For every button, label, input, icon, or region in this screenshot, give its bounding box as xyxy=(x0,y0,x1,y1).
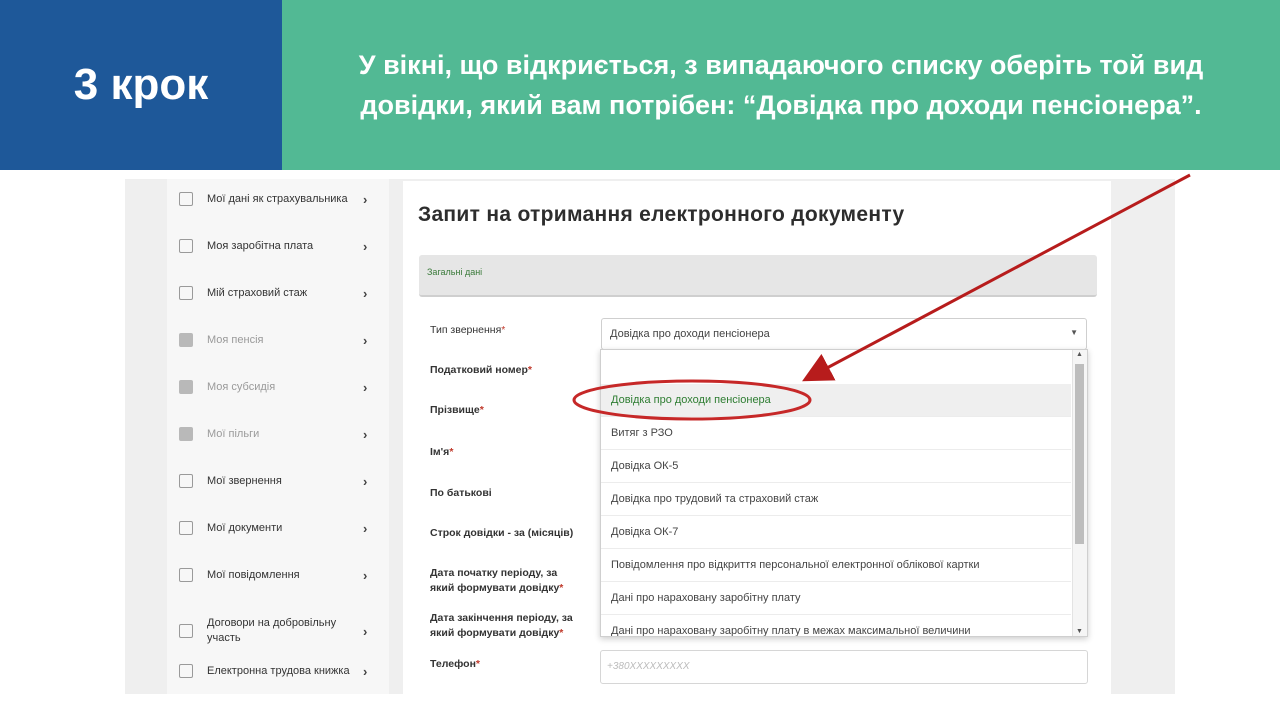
select-value: Довідка про доходи пенсіонера xyxy=(610,328,770,340)
label-patronymic: По батькові xyxy=(430,487,492,499)
sidebar-item-messages[interactable]: Мої повідомлення › xyxy=(167,555,389,595)
sidebar-item-label: Мої дані як страхувальника xyxy=(207,192,348,205)
scroll-up-icon[interactable]: ▲ xyxy=(1076,351,1083,358)
label-phone: Телефон* xyxy=(430,658,481,670)
document-icon xyxy=(179,521,193,535)
chevron-right-icon: › xyxy=(363,191,368,207)
sidebar-item-subsidy[interactable]: Моя субсидія › xyxy=(167,367,389,407)
folder-icon xyxy=(179,380,193,394)
dropdown-option[interactable]: Дані про нараховану заробітну плату xyxy=(601,582,1071,615)
calendar-icon xyxy=(179,286,193,300)
sidebar-item-label: Мої звернення xyxy=(207,474,282,487)
folder-icon xyxy=(179,427,193,441)
document-icon xyxy=(179,192,193,206)
request-type-select[interactable]: Довідка про доходи пенсіонера ▼ xyxy=(601,318,1087,350)
sidebar-item-salary[interactable]: Моя заробітна плата › xyxy=(167,226,389,266)
sidebar-item-documents[interactable]: Мої документи › xyxy=(167,508,389,548)
sidebar-item-label: Мої пільги xyxy=(207,427,260,440)
sidebar-item-requests[interactable]: Мої звернення › xyxy=(167,461,389,501)
sidebar-item-label: Мій страховий стаж xyxy=(207,286,308,299)
page-title: Запит на отримання електронного документ… xyxy=(418,203,905,226)
section-label: Загальні дані xyxy=(427,267,483,277)
mail-icon xyxy=(179,474,193,488)
dropdown-option[interactable]: Довідка про трудовий та страховий стаж xyxy=(601,483,1071,516)
label-request-type: Тип звернення* xyxy=(430,324,506,336)
step-banner: 3 крок xyxy=(0,0,282,170)
dropdown-option[interactable]: Довідка ОК-5 xyxy=(601,450,1071,483)
phone-input[interactable]: +380XXXXXXXXX xyxy=(600,650,1088,684)
chevron-right-icon: › xyxy=(363,332,368,348)
sidebar-item-insurance-record[interactable]: Мій страховий стаж › xyxy=(167,273,389,313)
dropdown-scrollbar[interactable]: ▲ ▼ xyxy=(1072,350,1087,636)
sidebar: Мої дані як страхувальника › Моя заробіт… xyxy=(167,179,389,694)
chevron-right-icon: › xyxy=(363,379,368,395)
instruction-line-1: У вікні, що відкриється, з випадаючого с… xyxy=(358,50,1204,80)
chevron-right-icon: › xyxy=(363,238,368,254)
sidebar-item-benefits[interactable]: Мої пільги › xyxy=(167,414,389,454)
dropdown-option[interactable]: Довідка ОК-7 xyxy=(601,516,1071,549)
sidebar-item-label: Мої повідомлення xyxy=(207,568,300,581)
dropdown-option[interactable]: Дані про нараховану заробітну плату в ме… xyxy=(601,615,1071,636)
chevron-right-icon: › xyxy=(363,623,368,639)
dropdown-option[interactable]: Витяг з РЗО xyxy=(601,417,1071,450)
sidebar-item-label: Моя пенсія xyxy=(207,333,264,346)
label-surname: Прізвище* xyxy=(430,404,484,416)
request-type-dropdown[interactable]: Довідка про доходи пенсіонера Витяг з РЗ… xyxy=(600,349,1088,637)
chevron-right-icon: › xyxy=(363,285,368,301)
sidebar-item-labor-book[interactable]: Електронна трудова книжка › xyxy=(167,651,389,691)
screenshot-area: Мої дані як страхувальника › Моя заробіт… xyxy=(125,179,1175,694)
scroll-down-icon[interactable]: ▼ xyxy=(1076,628,1083,635)
phone-placeholder: +380XXXXXXXXX xyxy=(607,661,690,672)
instruction-line-2: довідки, який вам потрібен: “Довідка про… xyxy=(360,90,1202,120)
book-icon xyxy=(179,664,193,678)
wallet-icon xyxy=(179,239,193,253)
label-end-date: Дата закінчення періоду, за який формува… xyxy=(430,612,573,639)
label-start-date: Дата початку періоду, за який формувати … xyxy=(430,567,564,594)
label-duration: Строк довідки - за (місяців) xyxy=(430,527,574,539)
sidebar-item-label: Моя субсидія xyxy=(207,380,276,393)
request-form-panel: Запит на отримання електронного документ… xyxy=(403,181,1111,694)
sidebar-item-label: Мої документи xyxy=(207,521,283,534)
instruction-text: У вікні, що відкриється, з випадаючого с… xyxy=(337,45,1225,125)
chevron-right-icon: › xyxy=(363,520,368,536)
chevron-right-icon: › xyxy=(363,663,368,679)
dropdown-option[interactable]: Довідка про доходи пенсіонера xyxy=(601,384,1071,417)
sidebar-item-pension[interactable]: Моя пенсія › xyxy=(167,320,389,360)
section-header-general: Загальні дані xyxy=(419,255,1097,297)
scrollbar-thumb[interactable] xyxy=(1075,364,1084,544)
label-tax-number: Податковий номер* xyxy=(430,364,533,376)
sidebar-item-label: Моя заробітна плата xyxy=(207,239,314,252)
chevron-right-icon: › xyxy=(363,567,368,583)
step-label: 3 крок xyxy=(73,60,209,109)
envelope-icon xyxy=(179,568,193,582)
envelope-icon xyxy=(179,624,193,638)
chevron-right-icon: › xyxy=(363,426,368,442)
sidebar-item-voluntary-contracts[interactable]: Договори на добровільну участь › xyxy=(167,611,389,651)
chevron-right-icon: › xyxy=(363,473,368,489)
sidebar-item-label: Договори на добровільну участь xyxy=(207,617,337,644)
label-name: Ім'я* xyxy=(430,446,454,458)
dropdown-option[interactable]: Повідомлення про відкриття персональної … xyxy=(601,549,1071,582)
chevron-down-icon[interactable]: ▼ xyxy=(1070,328,1078,337)
sidebar-item-insurer-data[interactable]: Мої дані як страхувальника › xyxy=(167,179,389,219)
instruction-banner: У вікні, що відкриється, з випадаючого с… xyxy=(282,0,1280,170)
folder-icon xyxy=(179,333,193,347)
sidebar-item-label: Електронна трудова книжка xyxy=(207,664,350,677)
